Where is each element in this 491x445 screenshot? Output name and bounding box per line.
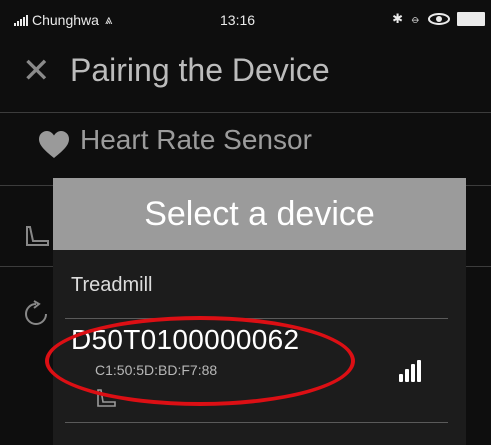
heart-rate-sensor-label[interactable]: Heart Rate Sensor xyxy=(80,124,312,156)
device-mac-address: C1:50:5D:BD:F7:88 xyxy=(95,362,218,378)
bike-icon xyxy=(25,300,47,325)
close-icon[interactable]: ✕ xyxy=(22,54,51,88)
header-divider xyxy=(0,112,491,113)
category-label: Treadmill xyxy=(71,274,153,296)
signal-strength-icon xyxy=(399,360,421,382)
treadmill-icon xyxy=(97,389,116,407)
heart-icon xyxy=(39,131,69,158)
dialog-title: Select a device xyxy=(144,194,375,233)
page-title: Pairing the Device xyxy=(70,52,330,88)
list-divider xyxy=(65,422,448,423)
treadmill-icon xyxy=(26,226,49,246)
device-name: D50T0100000062 xyxy=(71,324,300,355)
dialog-header: Select a device xyxy=(53,178,466,250)
select-device-dialog: Select a device Treadmill D50T0100000062… xyxy=(53,178,466,445)
category-divider xyxy=(65,318,448,319)
device-list-item[interactable]: D50T0100000062 C1:50:5D:BD:F7:88 xyxy=(53,320,466,420)
